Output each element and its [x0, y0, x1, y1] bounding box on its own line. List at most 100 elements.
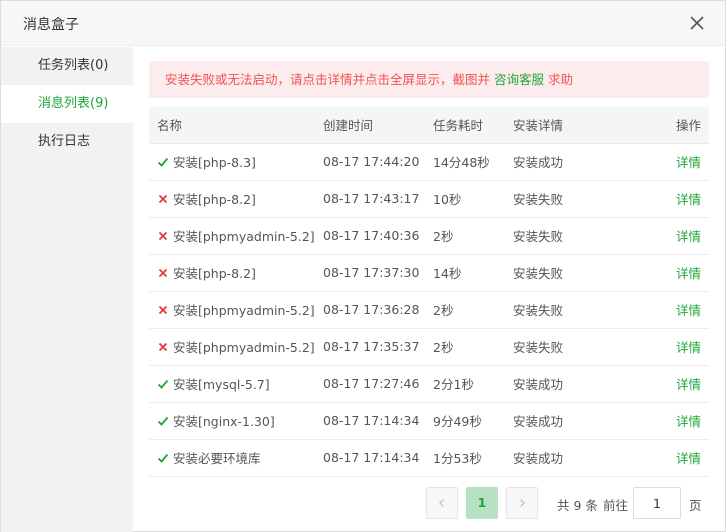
table-row: 安装[mysql-5.7] 08-17 17:27:46 2分1秒 安装成功 详情: [149, 365, 709, 403]
cell-action: 详情: [623, 180, 709, 218]
cross-icon: [157, 304, 169, 316]
detail-link[interactable]: 详情: [676, 414, 701, 429]
detail-link[interactable]: 详情: [676, 192, 701, 207]
check-icon: [157, 452, 169, 464]
cell-name: 安装[php-8.3]: [149, 143, 323, 181]
cell-name: 安装[phpmyadmin-5.2]: [149, 217, 323, 255]
cell-action: 详情: [623, 143, 709, 181]
table-row: 安装[nginx-1.30] 08-17 17:14:34 9分49秒 安装成功 详情: [149, 402, 709, 440]
cell-created-time: 08-17 17:44:20: [323, 143, 433, 181]
task-name: 安装[phpmyadmin-5.2]: [173, 340, 315, 355]
task-name: 安装必要环境库: [173, 451, 261, 466]
goto-label: 前往: [603, 498, 629, 513]
task-name: 安装[mysql-5.7]: [173, 377, 270, 392]
cell-name: 安装[nginx-1.30]: [149, 402, 323, 440]
detail-link[interactable]: 详情: [676, 340, 701, 355]
task-name: 安装[phpmyadmin-5.2]: [173, 229, 315, 244]
cell-install-result: 安装失败: [513, 217, 623, 255]
cell-duration: 14分48秒: [433, 143, 513, 181]
task-name: 安装[php-8.3]: [173, 155, 256, 170]
table-row: 安装[php-8.2] 08-17 17:37:30 14秒 安装失败 详情: [149, 254, 709, 292]
task-name: 安装[nginx-1.30]: [173, 414, 275, 429]
task-name: 安装[phpmyadmin-5.2]: [173, 303, 315, 318]
detail-link[interactable]: 详情: [676, 303, 701, 318]
cell-name: 安装[phpmyadmin-5.2]: [149, 328, 323, 366]
cell-duration: 2分1秒: [433, 365, 513, 403]
cell-duration: 1分53秒: [433, 439, 513, 477]
total-count: 共 9 条: [557, 498, 598, 513]
cross-icon: [157, 230, 169, 242]
alert-message: 安装失败或无法启动，请点击详情并点击全屏显示，截图并: [165, 72, 494, 87]
cell-action: 详情: [623, 402, 709, 440]
message-box-dialog: 消息盒子 任务列表(0) 消息列表(9) 执行日志 安装失败或无法启动，请点击详…: [0, 0, 726, 532]
table-row: 安装[php-8.3] 08-17 17:44:20 14分48秒 安装成功 详情: [149, 143, 709, 181]
table-header-row: 名称 创建时间 任务耗时 安装详情 操作: [149, 107, 709, 144]
cell-created-time: 08-17 17:40:36: [323, 217, 433, 255]
detail-link[interactable]: 详情: [676, 155, 701, 170]
cross-icon: [157, 193, 169, 205]
cell-created-time: 08-17 17:14:34: [323, 439, 433, 477]
cell-duration: 2秒: [433, 291, 513, 329]
cell-duration: 10秒: [433, 180, 513, 218]
cell-name: 安装必要环境库: [149, 439, 323, 477]
header-name: 名称: [149, 107, 323, 144]
cell-install-result: 安装成功: [513, 402, 623, 440]
cell-install-result: 安装失败: [513, 291, 623, 329]
page-unit-label: 页: [689, 498, 702, 513]
cell-action: 详情: [623, 365, 709, 403]
close-icon[interactable]: [687, 13, 707, 33]
sidebar-item-logs[interactable]: 执行日志: [1, 123, 133, 161]
table-row: 安装[phpmyadmin-5.2] 08-17 17:36:28 2秒 安装失败 详情: [149, 291, 709, 329]
chevron-left-icon: [439, 499, 444, 507]
detail-link[interactable]: 详情: [676, 451, 701, 466]
cell-install-result: 安装失败: [513, 180, 623, 218]
prev-page-button[interactable]: [426, 487, 458, 519]
cell-action: 详情: [623, 439, 709, 477]
main-content: 安装失败或无法启动，请点击详情并点击全屏显示，截图并 咨询客服 求助 名称 创建…: [134, 47, 726, 532]
cell-created-time: 08-17 17:35:37: [323, 328, 433, 366]
cell-created-time: 08-17 17:37:30: [323, 254, 433, 292]
detail-link[interactable]: 详情: [676, 229, 701, 244]
sidebar-item-messages[interactable]: 消息列表(9): [1, 85, 133, 123]
cell-created-time: 08-17 17:14:34: [323, 402, 433, 440]
goto-page-input[interactable]: [633, 487, 681, 519]
message-table: 名称 创建时间 任务耗时 安装详情 操作 安装[php-8.3] 08-17 17…: [149, 107, 709, 477]
check-icon: [157, 378, 169, 390]
alert-tail: 求助: [544, 72, 573, 87]
cell-duration: 9分49秒: [433, 402, 513, 440]
cell-install-result: 安装成功: [513, 143, 623, 181]
task-name: 安装[php-8.2]: [173, 266, 256, 281]
cell-created-time: 08-17 17:36:28: [323, 291, 433, 329]
cell-duration: 2秒: [433, 328, 513, 366]
cell-action: 详情: [623, 217, 709, 255]
cross-icon: [157, 267, 169, 279]
cell-name: 安装[php-8.2]: [149, 254, 323, 292]
cell-duration: 2秒: [433, 217, 513, 255]
cell-install-result: 安装失败: [513, 328, 623, 366]
page-number-current[interactable]: 1: [466, 487, 498, 519]
cell-action: 详情: [623, 328, 709, 366]
detail-link[interactable]: 详情: [676, 377, 701, 392]
contact-support-link[interactable]: 咨询客服: [494, 72, 544, 87]
table-row: 安装[php-8.2] 08-17 17:43:17 10秒 安装失败 详情: [149, 180, 709, 218]
chevron-right-icon: [520, 499, 525, 507]
cell-created-time: 08-17 17:27:46: [323, 365, 433, 403]
cell-created-time: 08-17 17:43:17: [323, 180, 433, 218]
header-install-detail: 安装详情: [513, 107, 623, 144]
cell-duration: 14秒: [433, 254, 513, 292]
detail-link[interactable]: 详情: [676, 266, 701, 281]
cell-name: 安装[php-8.2]: [149, 180, 323, 218]
table-row: 安装[phpmyadmin-5.2] 08-17 17:35:37 2秒 安装失败 详情: [149, 328, 709, 366]
cell-name: 安装[mysql-5.7]: [149, 365, 323, 403]
header-created-time: 创建时间: [323, 107, 433, 144]
task-name: 安装[php-8.2]: [173, 192, 256, 207]
cell-action: 详情: [623, 291, 709, 329]
next-page-button[interactable]: [506, 487, 538, 519]
sidebar-item-tasks[interactable]: 任务列表(0): [1, 47, 133, 85]
dialog-title: 消息盒子: [23, 17, 79, 33]
cell-action: 详情: [623, 254, 709, 292]
cell-name: 安装[phpmyadmin-5.2]: [149, 291, 323, 329]
cross-icon: [157, 341, 169, 353]
check-icon: [157, 156, 169, 168]
error-alert: 安装失败或无法启动，请点击详情并点击全屏显示，截图并 咨询客服 求助: [149, 61, 709, 98]
